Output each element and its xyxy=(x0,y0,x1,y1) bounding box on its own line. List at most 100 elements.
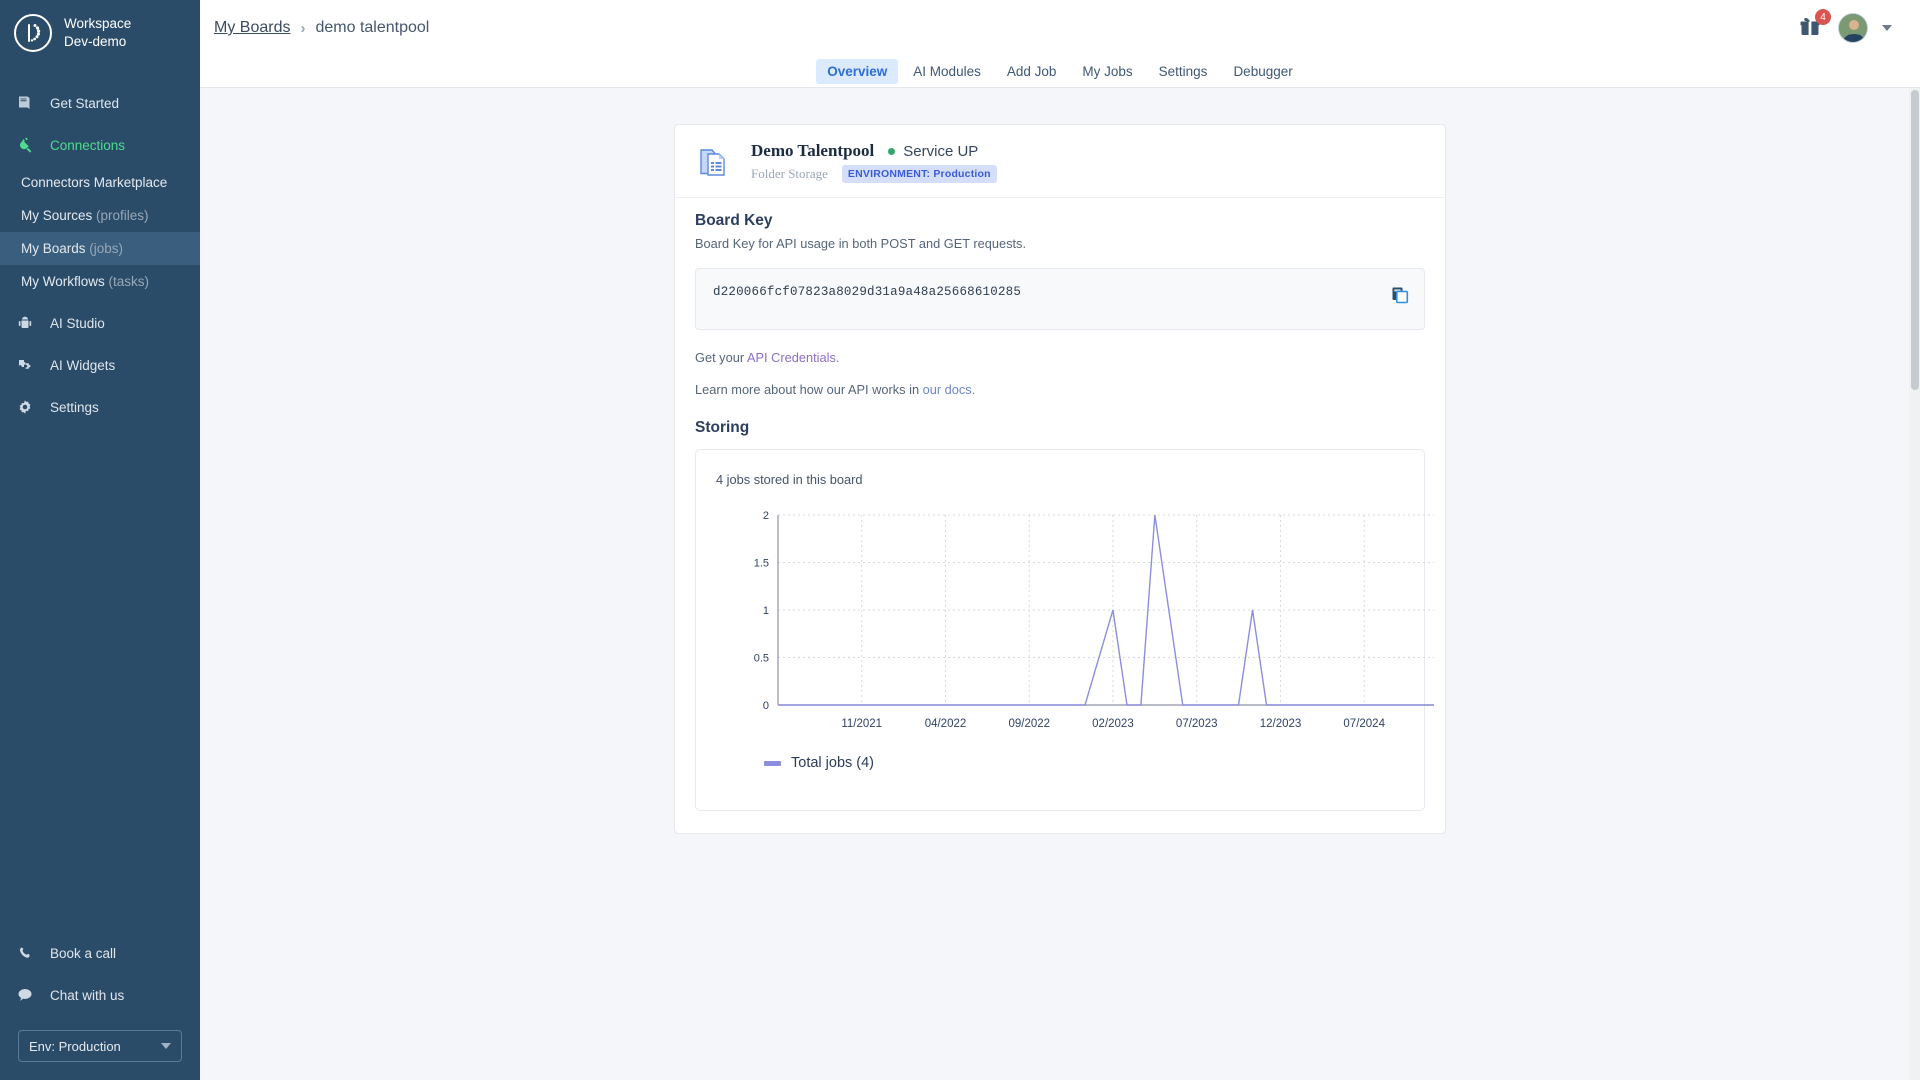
svg-text:09/2022: 09/2022 xyxy=(1008,718,1050,730)
chart-legend: Total jobs (4) xyxy=(716,755,1404,771)
sidebar-item-label: AI Widgets xyxy=(50,357,116,373)
chevron-down-icon[interactable] xyxy=(1882,25,1892,31)
tab-add-job[interactable]: Add Job xyxy=(996,59,1068,84)
svg-text:12/2023: 12/2023 xyxy=(1260,718,1302,730)
chevron-down-icon xyxy=(161,1043,171,1049)
app-root: Workspace Dev-demo Get Started Connectio… xyxy=(0,0,1920,1080)
breadcrumb-current: demo talentpool xyxy=(315,19,430,36)
tab-overview[interactable]: Overview xyxy=(816,59,899,84)
sidebar-nav: Get Started Connections Connectors Marke… xyxy=(0,82,200,428)
vertical-scrollbar[interactable] xyxy=(1909,88,1920,1080)
topbar: My Boards › demo talentpool 4 xyxy=(200,0,1920,56)
storing-chart-card: 4 jobs stored in this board 0 0.5 1 1.5 2 11/… xyxy=(695,449,1434,811)
status-dot-icon xyxy=(888,147,896,155)
sidebar-item-my-boards[interactable]: My Boards (jobs) xyxy=(0,232,200,265)
env-selector[interactable]: Env: Production xyxy=(18,1030,182,1062)
content-scroll-area: Demo Talentpool Service UP Folder Storag… xyxy=(200,88,1920,1080)
dotted-d-logo-icon xyxy=(14,14,52,52)
sidebar-item-chat-with-us[interactable]: Chat with us xyxy=(0,974,200,1016)
svg-text:0.5: 0.5 xyxy=(754,653,769,665)
main-area: My Boards › demo talentpool 4 Overview A… xyxy=(200,0,1920,1080)
board-key-description: Board Key for API usage in both POST and… xyxy=(695,236,1027,251)
sidebar-subitem-label: Connectors Marketplace xyxy=(21,175,168,190)
breadcrumb-root-link[interactable]: My Boards xyxy=(214,19,290,37)
environment-tag: ENVIRONMENT: Production xyxy=(841,165,997,183)
workspace-label: Workspace xyxy=(64,15,132,31)
sidebar-bottom: Book a call Chat with us Env: Production xyxy=(0,932,200,1080)
status-badge: Service UP xyxy=(888,143,978,160)
docs-line: Learn more about how our API works in ou… xyxy=(695,382,1425,397)
gear-icon xyxy=(14,396,36,418)
svg-text:07/2024: 07/2024 xyxy=(1343,718,1385,730)
sidebar-subitem-label: My Sources xyxy=(21,208,97,223)
board-card: Demo Talentpool Service UP Folder Storag… xyxy=(674,124,1446,834)
sidebar-subitem-label: My Workflows xyxy=(21,274,109,289)
sidebar-item-label: Get Started xyxy=(50,95,120,111)
topbar-right: 4 xyxy=(1798,9,1892,43)
tab-settings[interactable]: Settings xyxy=(1148,59,1219,84)
sidebar-item-connections[interactable]: Connections xyxy=(0,124,200,166)
sidebar-item-book-a-call[interactable]: Book a call xyxy=(0,932,200,974)
board-card-header-text: Demo Talentpool Service UP Folder Storag… xyxy=(751,141,997,183)
board-card-header: Demo Talentpool Service UP Folder Storag… xyxy=(675,125,1445,198)
sidebar-item-my-sources[interactable]: My Sources (profiles) xyxy=(0,199,200,232)
svg-text:07/2023: 07/2023 xyxy=(1176,718,1218,730)
sidebar-item-ai-studio[interactable]: AI Studio xyxy=(0,302,200,344)
board-key-box: d220066fcf07823a8029d31a9a48a25668610285 xyxy=(695,268,1425,330)
sidebar-subitem-suffix: (jobs) xyxy=(89,241,124,256)
svg-text:02/2023: 02/2023 xyxy=(1092,718,1134,730)
phone-icon xyxy=(14,942,36,964)
plug-icon xyxy=(14,134,36,156)
copy-icon[interactable] xyxy=(1390,285,1410,305)
page-title: Demo Talentpool xyxy=(751,141,875,160)
sidebar-item-connectors-marketplace[interactable]: Connectors Marketplace xyxy=(0,166,200,199)
vertical-scrollbar-thumb[interactable] xyxy=(1911,90,1919,390)
storage-type-label: Folder Storage xyxy=(751,166,828,181)
docs-link[interactable]: our docs. xyxy=(923,382,976,397)
chart-caption: 4 jobs stored in this board xyxy=(716,472,863,487)
board-subtitle-row: Folder Storage ENVIRONMENT: Production xyxy=(751,165,997,183)
svg-text:2: 2 xyxy=(763,510,769,522)
sidebar-item-ai-widgets[interactable]: AI Widgets xyxy=(0,344,200,386)
puzzle-icon xyxy=(14,354,36,376)
storing-heading: Storing xyxy=(695,419,750,436)
sidebar: Workspace Dev-demo Get Started Connectio… xyxy=(0,0,200,1080)
sidebar-item-settings[interactable]: Settings xyxy=(0,386,200,428)
sidebar-item-label: Connections xyxy=(50,137,126,153)
svg-text:1.5: 1.5 xyxy=(754,558,769,570)
workspace-header[interactable]: Workspace Dev-demo xyxy=(0,0,200,66)
tab-debugger[interactable]: Debugger xyxy=(1222,59,1303,84)
tab-my-jobs[interactable]: My Jobs xyxy=(1071,59,1143,84)
board-key-value: d220066fcf07823a8029d31a9a48a25668610285 xyxy=(713,285,1022,299)
avatar[interactable] xyxy=(1838,13,1868,43)
folder-document-icon xyxy=(695,141,737,183)
sidebar-subitem-suffix: (profiles) xyxy=(96,208,149,223)
chevron-right-icon: › xyxy=(300,19,306,37)
sidebar-item-label: Chat with us xyxy=(50,987,125,1003)
svg-text:04/2022: 04/2022 xyxy=(925,718,967,730)
sidebar-item-my-workflows[interactable]: My Workflows (tasks) xyxy=(0,265,200,298)
board-key-heading: Board Key xyxy=(695,212,773,229)
robot-icon xyxy=(14,312,36,334)
svg-text:11/2021: 11/2021 xyxy=(841,718,882,730)
workspace-text: Workspace Dev-demo xyxy=(64,15,131,51)
sidebar-subitem-label: My Boards xyxy=(21,241,90,256)
sidebar-item-get-started[interactable]: Get Started xyxy=(0,82,200,124)
board-title-row: Demo Talentpool Service UP xyxy=(751,141,997,161)
docs-prefix: Learn more about how our API works in xyxy=(695,382,923,397)
gift-icon[interactable]: 4 xyxy=(1798,9,1831,41)
tabs-bar: Overview AI Modules Add Job My Jobs Sett… xyxy=(200,56,1920,88)
chat-bubble-icon xyxy=(14,984,36,1006)
chart-svg: 0 0.5 1 1.5 2 11/2021 04/2022 09/2022 02/2023 07/… xyxy=(754,510,1434,730)
sidebar-subitem-suffix: (tasks) xyxy=(108,274,150,289)
book-icon xyxy=(14,92,36,114)
api-credentials-link[interactable]: API Credentials. xyxy=(747,350,839,365)
api-credentials-prefix: Get your xyxy=(695,350,747,365)
jobs-line-chart: 0 0.5 1 1.5 2 11/2021 04/2022 09/2022 02/2023 07/… xyxy=(716,505,1434,745)
tab-ai-modules[interactable]: AI Modules xyxy=(902,59,992,84)
svg-text:1: 1 xyxy=(763,605,769,617)
notification-badge: 4 xyxy=(1815,9,1831,25)
status-label: Service UP xyxy=(903,142,979,160)
workspace-name: Dev-demo xyxy=(64,34,127,49)
board-card-body: Board Key Board Key for API usage in bot… xyxy=(675,198,1445,833)
